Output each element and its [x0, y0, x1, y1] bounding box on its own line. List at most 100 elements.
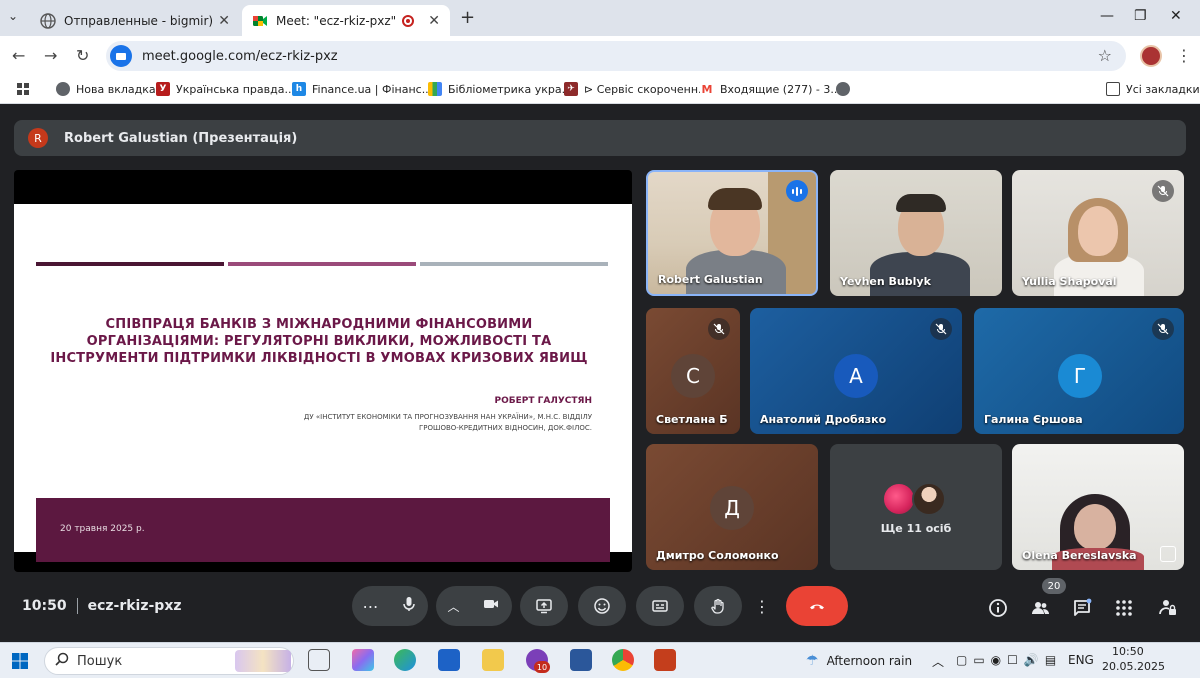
file-explorer-icon[interactable]	[482, 649, 504, 671]
profile-avatar[interactable]	[1140, 45, 1162, 67]
meeting-details-button[interactable]	[988, 598, 1008, 622]
participant-tile[interactable]: Robert Galustian	[646, 170, 818, 296]
more-participants-tile[interactable]: Ще 11 осіб	[830, 444, 1002, 570]
gmail-icon: M	[700, 82, 714, 96]
reload-icon[interactable]: ↻	[76, 46, 89, 65]
chrome-icon[interactable]	[612, 649, 634, 671]
bookmark-pravda[interactable]: У Українська правда...	[156, 82, 295, 96]
divider	[77, 598, 78, 614]
system-tray-icons[interactable]: ▢▭◉☐🔊▤	[956, 653, 1062, 667]
mic-button[interactable]	[400, 595, 418, 617]
back-icon[interactable]: ←	[12, 46, 25, 65]
tray-overflow-icon[interactable]: ︿	[932, 653, 944, 670]
clock-date[interactable]: 20.05.2025	[1102, 660, 1165, 673]
reactions-button[interactable]	[578, 586, 626, 626]
raise-hand-button[interactable]	[694, 586, 742, 626]
rain-cloud-icon: ☂	[806, 653, 819, 669]
shortener-logo-icon: ✈	[564, 82, 578, 96]
muted-mic-icon	[1152, 180, 1174, 202]
pin-tile-icon[interactable]	[1160, 546, 1176, 562]
slide-title: Співпраця банків з міжнародними фінансов…	[44, 316, 594, 367]
windows-start-icon[interactable]	[12, 653, 28, 673]
finance-logo-icon: h	[292, 82, 306, 96]
site-info-icon[interactable]	[110, 45, 132, 67]
captions-button[interactable]	[636, 586, 684, 626]
address-bar[interactable]: meet.google.com/ecz-rkiz-pxz ☆	[106, 41, 1126, 71]
apps-grid-icon[interactable]	[16, 82, 30, 96]
copilot-icon[interactable]	[352, 649, 374, 671]
present-screen-button[interactable]	[520, 586, 568, 626]
browser-menu-icon[interactable]: ⋮	[1176, 46, 1192, 65]
meet-logo-icon	[252, 13, 268, 29]
new-tab-icon[interactable]: +	[460, 7, 475, 28]
slide-divider	[420, 262, 608, 266]
camera-options-chevron-icon[interactable]: ︿	[447, 598, 459, 615]
slide-author: РОБЕРТ ГАЛУСТЯН	[495, 396, 592, 406]
browser-toolbar: ← → ↻ meet.google.com/ecz-rkiz-pxz ☆ ⋮	[0, 36, 1200, 76]
person-hair	[896, 194, 946, 212]
os-taskbar: Пошук 10 ☂ Afternoon rain ︿ ▢▭◉☐🔊▤ ENG 1…	[0, 642, 1200, 678]
clock-time[interactable]: 10:50	[1112, 645, 1144, 658]
people-button[interactable]	[1030, 598, 1050, 622]
edge-icon[interactable]	[394, 649, 416, 671]
search-icon	[55, 652, 69, 670]
participant-tile[interactable]: С Светлана Б	[646, 308, 740, 434]
muted-mic-icon	[708, 318, 730, 340]
presenter-label: Robert Galustian (Презентація)	[64, 131, 297, 146]
activities-button[interactable]	[1114, 598, 1134, 622]
bookmark-star-icon[interactable]: ☆	[1098, 46, 1112, 65]
leave-call-button[interactable]	[786, 586, 848, 626]
taskbar-search[interactable]: Пошук	[44, 647, 294, 675]
hand-icon	[709, 597, 727, 615]
more-options-button[interactable]: ⋮	[748, 586, 776, 626]
camera-button[interactable]	[482, 595, 500, 617]
globe-icon	[56, 82, 70, 96]
tab-meet[interactable]: Meet: "ecz-rkiz-pxz" ✕	[242, 5, 450, 36]
participant-tile[interactable]: Yevhen Bublyk	[830, 170, 1002, 296]
hangup-icon	[808, 597, 826, 615]
all-bookmarks[interactable]: Усі закладки	[1106, 82, 1200, 96]
tab-bigmir[interactable]: Отправленные - bigmir)net ✕	[30, 5, 240, 36]
participant-name: Анатолий Дробязко	[760, 413, 886, 426]
bookmark-bibliometrics[interactable]: Бібліометрика укра...	[428, 82, 572, 96]
bookmark-globe[interactable]	[836, 82, 856, 96]
weather-widget[interactable]: ☂ Afternoon rain	[806, 653, 912, 669]
bookmark-finance[interactable]: h Finance.ua | Фінанс...	[292, 82, 432, 96]
slide-affiliation: ДУ «Інститут економіки та прогнозування …	[292, 412, 592, 434]
bookmark-new-tab[interactable]: Нова вкладка	[56, 82, 156, 96]
tab-search-chevron-icon[interactable]: ⌄	[8, 9, 18, 23]
search-label: Пошук	[77, 654, 122, 669]
participant-tile[interactable]: Г Галина Єршова	[974, 308, 1184, 434]
presentation-stage[interactable]: Співпраця банків з міжнародними фінансов…	[14, 170, 632, 572]
participant-tile[interactable]: А Анатолий Дробязко	[750, 308, 962, 434]
close-tab-icon[interactable]: ✕	[218, 13, 230, 29]
participant-name: Olena Bereslavska	[1022, 549, 1137, 562]
people-icon	[1030, 598, 1050, 618]
participant-tile[interactable]: Olena Bereslavska	[1012, 444, 1184, 570]
bookmark-gmail[interactable]: M Входящие (277) - 3...	[700, 82, 841, 96]
slide-divider	[36, 262, 224, 266]
close-tab-icon[interactable]: ✕	[428, 13, 440, 29]
forward-icon[interactable]: →	[44, 46, 57, 65]
participant-tile[interactable]: Yullia Shapoval	[1012, 170, 1184, 296]
meeting-code: ecz-rkiz-pxz	[88, 598, 182, 614]
emoji-icon	[593, 597, 611, 615]
chat-button[interactable]	[1072, 598, 1092, 622]
input-language[interactable]: ENG	[1068, 653, 1094, 667]
minimize-icon[interactable]: —	[1100, 8, 1114, 24]
meeting-time: 10:50	[22, 598, 67, 614]
store-icon[interactable]	[438, 649, 460, 671]
word-icon[interactable]	[570, 649, 592, 671]
host-controls-button[interactable]	[1158, 598, 1178, 622]
more-audio-options-icon[interactable]: ⋯	[363, 597, 379, 616]
bookmark-shortener[interactable]: ✈ ⊳ Сервіс скороченн...	[564, 82, 709, 96]
pdf-reader-icon[interactable]	[654, 649, 676, 671]
restore-icon[interactable]: ❐	[1134, 8, 1147, 24]
task-view-icon[interactable]	[308, 649, 330, 671]
participant-tile[interactable]: Д Дмитро Соломонко	[646, 444, 818, 570]
close-window-icon[interactable]: ✕	[1170, 8, 1182, 24]
camera-control-group: ︿	[436, 586, 512, 626]
participant-avatar: С	[671, 354, 715, 398]
tab-title: Отправленные - bigmir)net	[64, 14, 214, 28]
participant-name: Галина Єршова	[984, 413, 1083, 426]
